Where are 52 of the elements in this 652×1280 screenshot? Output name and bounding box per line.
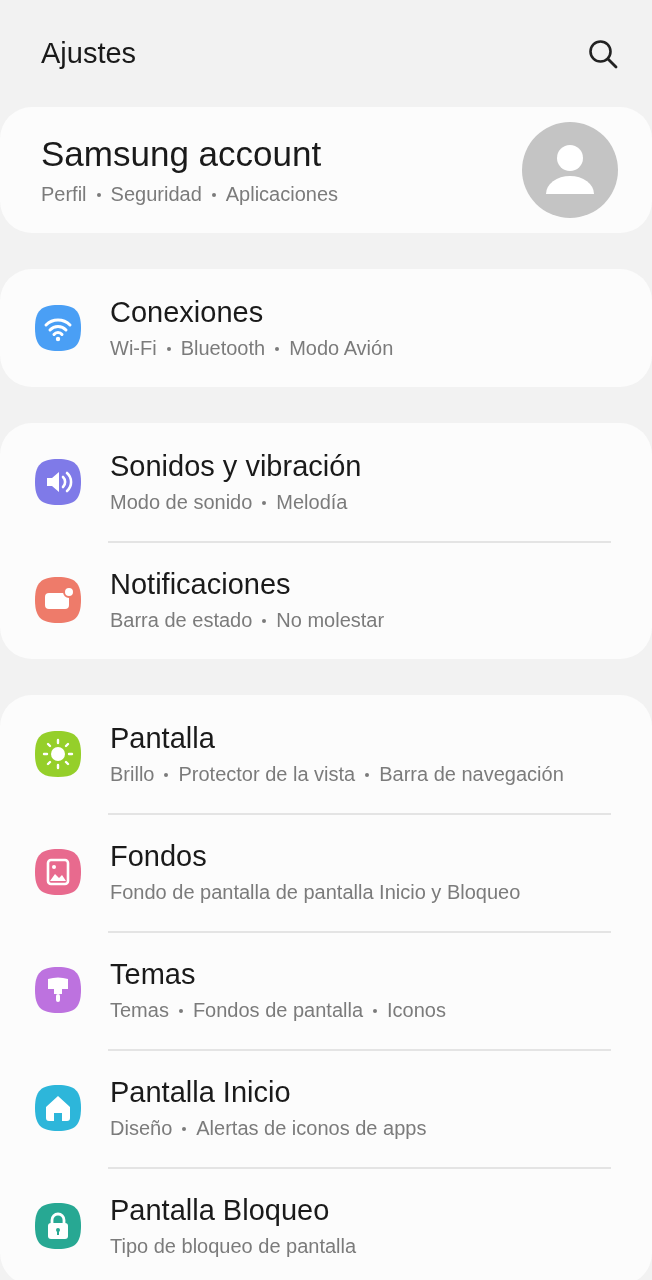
setting-subtitle: Barra de estado <box>110 609 253 631</box>
setting-subtitle: Protector de la vista <box>178 763 356 785</box>
setting-subtitle: Brillo <box>110 763 155 785</box>
settings-item[interactable]: Pantalla Bloqueo Tipo de bloqueo de pantalla <box>0 1167 652 1280</box>
setting-title: Sonidos y vibración <box>110 449 362 483</box>
setting-subtitle: Perfil <box>41 183 87 205</box>
separator-dot <box>373 1009 378 1013</box>
separator-dot <box>211 193 216 197</box>
setting-subtitle: Fondos de pantalla <box>192 999 364 1021</box>
settings-item[interactable]: Conexiones Wi-Fi Bluetooth Modo Avión <box>0 269 652 387</box>
setting-subtitle: Iconos <box>387 999 446 1021</box>
separator-dot <box>182 1127 187 1131</box>
settings-item[interactable]: Temas Temas Fondos de pantalla Iconos <box>0 931 652 1049</box>
settings-item[interactable]: Fondos Fondo de pantalla de pantalla Inicio y Bloqueo <box>0 813 652 931</box>
settings-item[interactable]: Sonidos y vibración Modo de sonido Melodía <box>0 423 652 541</box>
setting-title: Pantalla Bloqueo <box>110 1193 331 1227</box>
separator-dot <box>96 193 101 197</box>
separator-dot <box>365 773 370 777</box>
setting-title: Pantalla <box>110 721 216 755</box>
setting-title: Notificaciones <box>110 567 292 601</box>
separator-dot <box>262 501 267 505</box>
settings-item[interactable]: Pantalla Inicio Diseño Alertas de iconos de apps <box>0 1049 652 1167</box>
setting-subtitle: Temas <box>110 999 169 1021</box>
setting-subtitle: Alertas de iconos de apps <box>196 1117 427 1139</box>
setting-subtitle: Barra de navegación <box>379 763 564 785</box>
setting-title: Conexiones <box>110 295 265 329</box>
setting-subtitle: Aplicaciones <box>225 183 339 205</box>
avatar-icon <box>522 122 618 218</box>
separator-dot <box>262 619 267 623</box>
setting-subtitle: Modo de sonido <box>110 491 253 513</box>
page-title: Ajustes <box>41 35 137 71</box>
separator-dot <box>275 347 280 351</box>
setting-subtitle: Bluetooth <box>180 337 266 359</box>
account-card[interactable]: Samsung account Perfil Seguridad Aplicaciones <box>0 107 652 233</box>
account-title: Samsung account <box>41 133 323 175</box>
settings-item[interactable]: Pantalla Brillo Protector de la vista Barra de navegación <box>0 695 652 813</box>
separator-dot <box>178 1009 183 1013</box>
setting-subtitle: Seguridad <box>110 183 202 205</box>
search-icon[interactable] <box>588 38 618 69</box>
settings-item[interactable]: Notificaciones Barra de estado No molestar <box>0 541 652 659</box>
setting-title: Fondos <box>110 839 208 873</box>
setting-subtitle: No molestar <box>276 609 385 631</box>
setting-subtitle: Wi-Fi <box>110 337 157 359</box>
setting-subtitle: Modo Avión <box>289 337 394 359</box>
setting-subtitle: Fondo de pantalla de pantalla Inicio y Bloqueo <box>110 881 521 903</box>
separator-dot <box>164 773 169 777</box>
separator-dot <box>166 347 171 351</box>
setting-subtitle: Tipo de bloqueo de pantalla <box>110 1235 357 1257</box>
setting-title: Temas <box>110 957 197 991</box>
setting-subtitle: Diseño <box>110 1117 173 1139</box>
setting-subtitle: Melodía <box>276 491 348 513</box>
setting-title: Pantalla Inicio <box>110 1075 292 1109</box>
